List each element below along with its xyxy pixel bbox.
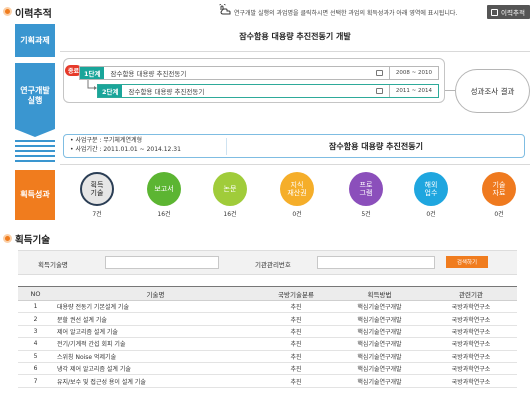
outcome-program-circle[interactable]: 프로 그램 [349,172,383,206]
table-header-row: NO 기술명 국방기술분류 획득방법 관련기관 [18,286,517,301]
project-period: • 사업기간 : 2011.01.01 ~ 2014.12.31 [70,146,181,154]
search-button[interactable]: 검색하기 [446,256,488,268]
copy-icon[interactable] [375,70,383,76]
stage-tag: 2단계 [98,85,123,97]
col-method: 획득방법 [334,286,425,301]
divider [60,164,530,165]
chevron-stripe [15,150,55,152]
result-survey-button[interactable]: 성과조사 결과 [455,69,530,113]
stage-tag: 1단계 [80,67,105,79]
chevron-down-icon [15,129,55,137]
col-no: NO [18,286,53,301]
step-execution-line2: 실행 [27,96,43,105]
tech-name-input[interactable] [105,256,219,269]
org-number-input[interactable] [317,256,435,269]
outcome-count: 0건 [494,211,504,218]
stage-name: 잠수함용 대용량 추진전동기 [110,70,187,78]
step-outcomes: 획득성과 [15,170,55,220]
tech-name-label: 획득기술명 [38,261,68,269]
stage-date: 2008 ~ 2010 [388,67,438,79]
table-row[interactable]: 1 대용량 전동기 기본설계 기술 추진 핵심기술연구개발 국방과학연구소 [18,300,517,314]
outcome-count: 16건 [157,211,171,218]
col-tech-name: 기술명 [53,286,258,301]
outcome-tech-circle[interactable]: 획득 기술 [80,172,114,206]
project-name: 잠수함용 대용량 추진전동기 [329,142,423,151]
chevron-stripe [15,155,55,157]
page-title: 이력추적 [15,9,52,20]
history-trace-button[interactable]: 이력추적 [487,5,530,19]
copy-icon[interactable] [375,88,383,94]
table-row[interactable]: 2 분할 권선 설계 기술 추진 핵심기술연구개발 국방과학연구소 [18,312,517,326]
table-row[interactable]: 3 제어 알고리즘 설계 기술 추진 핵심기술연구개발 국방과학연구소 [18,325,517,339]
stage-date: 2011 ~ 2014 [388,85,438,97]
history-icon [491,8,498,16]
stage-row-2[interactable]: 2단계 잠수함용 대용량 추진전동기 2011 ~ 2014 [97,84,439,98]
outcome-paper-circle[interactable]: 논문 [213,172,247,206]
chevron-stripe [15,140,55,142]
tech-table: NO 기술명 국방기술분류 획득방법 관련기관 1 대용량 전동기 기본설계 기술… [18,286,517,388]
history-trace-label: 이력추적 [501,9,525,17]
col-org: 관련기관 [425,286,517,301]
step-execution-line1: 연구개발 [20,86,50,95]
table-row[interactable]: 6 냉각 제어 알고리즘 설계 기술 추진 핵심기술연구개발 국방과학연구소 [18,362,517,376]
col-category: 국방기술분류 [258,286,334,301]
header-hint: 연구개발 실행의 과업명을 클릭하시면 선택한 과업의 획득성과가 아래 영역에… [234,10,458,17]
outcome-count: 0건 [426,211,436,218]
project-category: • 사업구분 : 무기체계연계형 [70,137,143,144]
stage-row-1[interactable]: 1단계 잠수함용 대용량 추진전동기 2008 ~ 2010 [79,66,439,80]
divider [60,51,530,52]
hand-pointer-icon [219,3,232,18]
stage-name: 잠수함용 대용량 추진전동기 [128,88,205,96]
step-execution: 연구개발 실행 [15,63,55,129]
section-bullet-icon [3,7,12,16]
outcome-report-circle[interactable]: 보고서 [147,172,181,206]
outcome-count: 16건 [223,211,237,218]
chevron-stripe [15,160,55,162]
org-number-label: 기관관리번호 [255,261,291,269]
connector-line [445,90,455,91]
table-row[interactable]: 5 스위칭 Noise 억제기술 추진 핵심기술연구개발 국방과학연구소 [18,350,517,363]
outcome-techdata-circle[interactable]: 기술 자료 [482,172,516,206]
chevron-stripe [15,145,55,147]
section-bullet-icon [3,234,12,243]
step-task: 기획과제 [15,24,55,57]
task-title[interactable]: 잠수함용 대용량 추진전동기 개발 [60,31,530,42]
table-row[interactable]: 4 전기/기계적 간섭 회피 기술 추진 핵심기술연구개발 국방과학연구소 [18,337,517,351]
table-row[interactable]: 7 유지/보수 및 접근성 용이 설계 기술 추진 핵심기술연구개발 국방과학연구소 [18,374,517,388]
outcome-overseas-circle[interactable]: 해외 업수 [414,172,448,206]
tech-section-title: 획득기술 [15,235,50,246]
project-info-list: • 사업구분 : 무기체계연계형 • 사업기간 : 2011.01.01 ~ 2… [70,136,181,155]
outcome-count: 7건 [92,211,102,218]
outcome-ip-circle[interactable]: 지식 재산권 [280,172,314,206]
outcome-count: 5건 [361,211,371,218]
outcome-count: 0건 [292,211,302,218]
